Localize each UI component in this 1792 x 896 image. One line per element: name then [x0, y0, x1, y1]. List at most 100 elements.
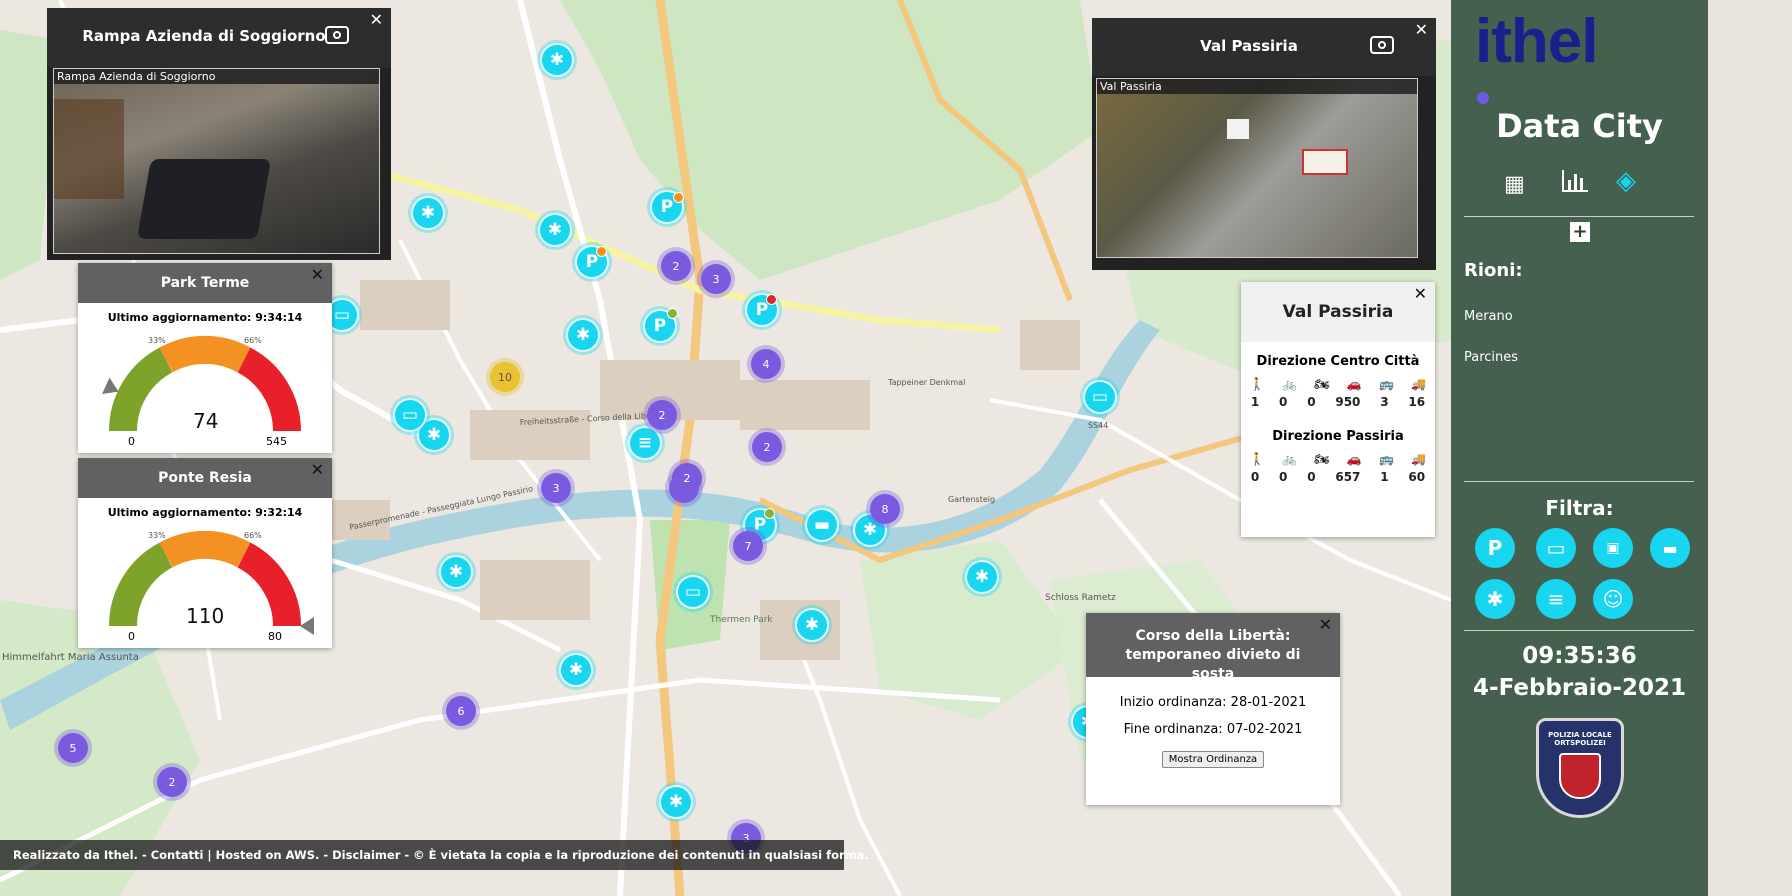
cluster-marker[interactable]: 2	[661, 251, 691, 281]
bluetooth-marker[interactable]: ✱	[538, 213, 572, 247]
gauge-max: 80	[268, 630, 282, 643]
rioni-title: Rioni:	[1464, 260, 1523, 281]
traffic-panel: Val Passiria ✕ Direzione Centro Città 🚶 🚲…	[1241, 282, 1435, 537]
traffic-direction-title: Direzione Centro Città	[1256, 354, 1420, 369]
rioni-item-parcines[interactable]: Parcines	[1464, 350, 1518, 365]
cluster-marker[interactable]: 7	[733, 531, 763, 561]
ordinance-header: Corso della Libertà: temporaneo divieto …	[1086, 613, 1340, 682]
bluetooth-marker[interactable]: ✱	[659, 785, 693, 819]
filter-document-button[interactable]: ≡	[1536, 579, 1576, 619]
camera-image: Rampa Azienda di Soggiorno	[53, 68, 380, 254]
bluetooth-marker[interactable]: ✱	[559, 653, 593, 687]
brand-logo-dot	[1477, 92, 1489, 104]
bluetooth-marker[interactable]: ✱	[411, 196, 445, 230]
bus-icon: 🚌	[1379, 452, 1395, 466]
motorcycle-icon: 🏍	[1314, 452, 1330, 466]
police-badge-line: ORTSPOLIZEI	[1554, 739, 1606, 747]
motorcycle-icon: 🏍	[1314, 377, 1330, 391]
bluetooth-marker[interactable]: ✱	[795, 608, 829, 642]
ordinance-title: Corso della Libertà: temporaneo divieto …	[1125, 628, 1301, 682]
cluster-marker[interactable]: 2	[672, 463, 702, 493]
filter-theater-button[interactable]: ☺	[1593, 579, 1633, 619]
bluetooth-marker[interactable]: ✱	[439, 555, 473, 589]
gauge-threshold-label: 33%	[148, 336, 166, 345]
clock-date: 4-Febbraio-2021	[1473, 675, 1686, 701]
traffic-count: 60	[1408, 470, 1426, 484]
cluster-marker[interactable]: 8	[870, 494, 900, 524]
vehicle-icons-row: 🚶 🚲 🏍 🚗 🚌 🚚	[1241, 377, 1435, 391]
traffic-count: 0	[1307, 470, 1316, 484]
bluetooth-marker[interactable]: ✱	[965, 560, 999, 594]
traffic-count: 3	[1380, 395, 1389, 409]
cluster-marker[interactable]: 6	[446, 696, 476, 726]
filter-title: Filtra:	[1545, 496, 1614, 520]
close-icon[interactable]: ✕	[1319, 617, 1332, 633]
map-label: Gartensteig	[948, 495, 995, 504]
filter-sign-button[interactable]: ▬	[1650, 528, 1690, 568]
close-icon[interactable]: ✕	[1414, 286, 1427, 302]
gauge-pointer	[300, 617, 314, 635]
grid-icon[interactable]: ▦	[1504, 172, 1525, 197]
close-icon[interactable]: ✕	[311, 462, 324, 478]
cluster-marker[interactable]: 10	[490, 362, 520, 392]
bluetooth-marker[interactable]: ✱	[566, 318, 600, 352]
bar-chart-icon[interactable]	[1562, 170, 1588, 192]
cluster-marker[interactable]: 3	[701, 264, 731, 294]
camera-snapshot-icon[interactable]	[325, 26, 349, 44]
filter-counter-button[interactable]: ▣	[1593, 528, 1633, 568]
add-button[interactable]: +	[1570, 222, 1590, 242]
traffic-count: 657	[1335, 470, 1361, 484]
ordinance-start: Inizio ordinanza: 28-01-2021	[1119, 695, 1307, 710]
document-marker[interactable]: ≡	[628, 426, 662, 460]
gauge-threshold-label: 66%	[244, 531, 262, 540]
rioni-item-merano[interactable]: Merano	[1464, 309, 1513, 324]
car-icon: 🚗	[1346, 452, 1362, 466]
cluster-marker[interactable]: 2	[157, 767, 187, 797]
cluster-marker[interactable]: 4	[751, 349, 781, 379]
truck-icon: 🚚	[1411, 452, 1427, 466]
sign-marker[interactable]: ▬	[805, 508, 839, 542]
map-label: Thermen Park	[709, 615, 773, 625]
sidebar-divider	[1464, 481, 1694, 482]
filter-bluetooth-button[interactable]: ✱	[1475, 579, 1515, 619]
camera-marker[interactable]: ▭	[1083, 380, 1117, 414]
traffic-count: 1	[1250, 395, 1260, 409]
brand-subtitle: Data City	[1496, 107, 1663, 145]
bluetooth-marker[interactable]: ✱	[540, 43, 574, 77]
map-label: SS44	[1088, 421, 1108, 430]
camera-overlay-label: Val Passiria	[1097, 79, 1417, 94]
status-dot	[667, 308, 678, 319]
close-icon[interactable]: ✕	[1415, 22, 1428, 38]
camera-panel-header: Val Passiria ✕	[1092, 18, 1436, 76]
bus-icon: 🚌	[1379, 377, 1395, 391]
close-icon[interactable]: ✕	[370, 12, 383, 28]
cluster-marker[interactable]: 2	[752, 432, 782, 462]
camera-marker[interactable]: ▭	[676, 575, 710, 609]
truck-icon: 🚚	[1411, 377, 1427, 391]
camera-overlay-label: Rampa Azienda di Soggiorno	[54, 69, 379, 84]
camera-panel-header: Rampa Azienda di Soggiorno ✕	[47, 8, 391, 68]
gauge-threshold-label: 33%	[148, 531, 166, 540]
gauge-panel-ponte-resia: Ponte Resia ✕ Ultimo aggiornamento: 9:32…	[78, 458, 332, 648]
cluster-marker[interactable]: 3	[541, 473, 571, 503]
car-icon: 🚗	[1346, 377, 1362, 391]
traffic-count: 0	[1307, 395, 1316, 409]
gauge-title: Ponte Resia	[158, 470, 252, 486]
close-icon[interactable]: ✕	[311, 267, 324, 283]
camera-title: Val Passiria	[1200, 37, 1298, 55]
cluster-marker[interactable]: 5	[58, 733, 88, 763]
traffic-header: Val Passiria ✕	[1241, 282, 1435, 342]
filter-camera-button[interactable]: ▭	[1536, 528, 1576, 568]
gauge-threshold-label: 66%	[244, 336, 262, 345]
map-label: Himmelfahrt Maria Assunta	[2, 652, 139, 663]
cluster-marker[interactable]: 2	[647, 400, 677, 430]
gauge-min: 0	[128, 435, 135, 448]
camera-marker[interactable]: ▭	[393, 398, 427, 432]
show-ordinance-button[interactable]: Mostra Ordinanza	[1161, 751, 1265, 768]
gauge-value: 74	[193, 409, 219, 433]
gauge-pointer	[102, 377, 119, 395]
map-icon[interactable]: ◈	[1616, 166, 1636, 196]
camera-snapshot-icon[interactable]	[1370, 36, 1394, 54]
camera-image: Val Passiria	[1096, 78, 1418, 258]
filter-parking-button[interactable]: P	[1475, 528, 1515, 568]
